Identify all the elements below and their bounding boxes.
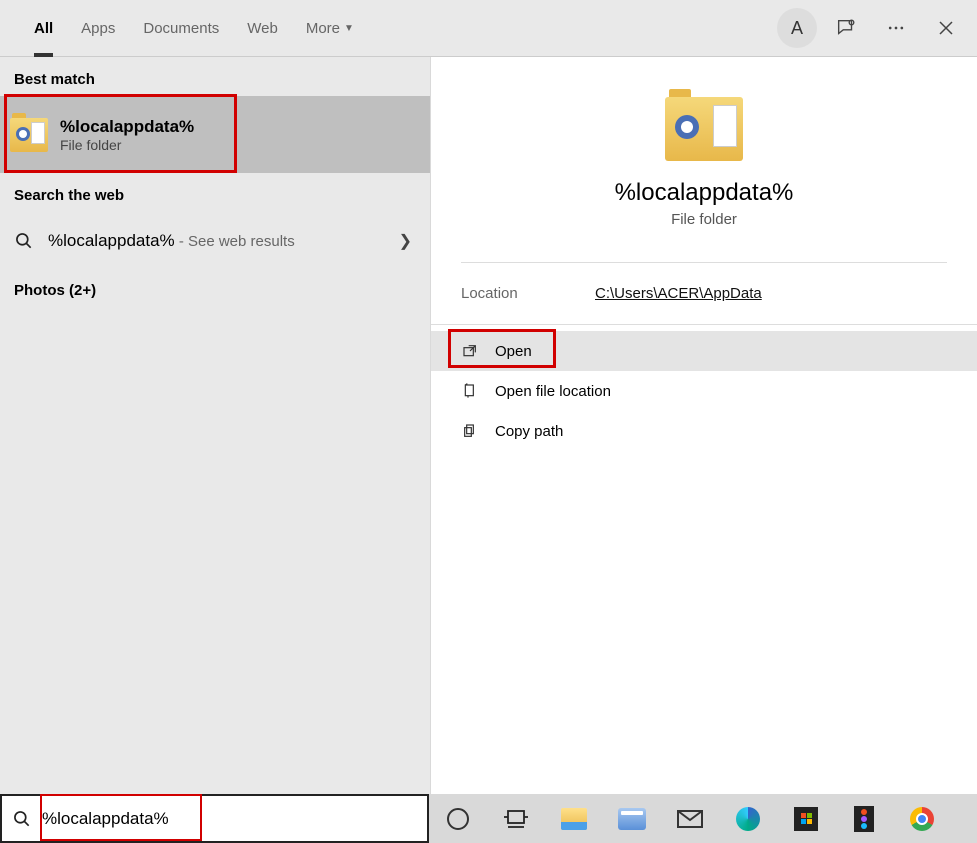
open-icon	[461, 342, 479, 360]
actions-list: Open Open file location Copy path	[431, 331, 977, 451]
search-icon	[14, 231, 34, 251]
more-icon[interactable]	[875, 7, 917, 49]
chevron-down-icon: ▼	[344, 23, 354, 34]
web-query: %localappdata%	[48, 231, 175, 250]
tab-web[interactable]: Web	[233, 0, 292, 57]
web-result[interactable]: %localappdata% - See web results ❯	[0, 212, 430, 270]
best-match-title: %localappdata%	[60, 117, 194, 137]
tab-more[interactable]: More ▼	[292, 0, 368, 57]
action-open[interactable]: Open	[431, 331, 977, 371]
detail-title: %localappdata%	[461, 179, 947, 207]
action-open-label: Open	[495, 343, 532, 360]
detail-subtitle: File folder	[461, 211, 947, 228]
action-copy-path-label: Copy path	[495, 423, 563, 440]
photos-section[interactable]: Photos (2+)	[0, 270, 430, 311]
best-match-label: Best match	[0, 57, 430, 96]
location-row: Location C:\Users\ACER\AppData	[431, 263, 977, 324]
cortana-icon[interactable]	[443, 804, 473, 834]
search-input[interactable]	[42, 809, 417, 829]
tab-documents[interactable]: Documents	[129, 0, 233, 57]
copy-icon	[461, 422, 479, 440]
mail-icon[interactable]	[675, 804, 705, 834]
keyboard-icon[interactable]	[617, 804, 647, 834]
action-open-location-label: Open file location	[495, 383, 611, 400]
location-label: Location	[461, 285, 595, 302]
folder-icon	[10, 118, 48, 152]
open-location-icon	[461, 382, 479, 400]
chrome-icon[interactable]	[907, 804, 937, 834]
file-explorer-icon[interactable]	[559, 804, 589, 834]
store-icon[interactable]	[791, 804, 821, 834]
web-suffix: - See web results	[175, 233, 295, 250]
bottom-bar	[0, 794, 977, 843]
figma-icon[interactable]	[849, 804, 879, 834]
search-icon	[12, 809, 32, 829]
edge-icon[interactable]	[733, 804, 763, 834]
tab-all[interactable]: All	[20, 0, 67, 57]
results-panel: Best match %localappdata% File folder Se…	[0, 57, 430, 794]
tabs-bar: All Apps Documents Web More ▼ A	[0, 0, 977, 57]
tab-more-label: More	[306, 20, 340, 37]
main: Best match %localappdata% File folder Se…	[0, 57, 977, 794]
search-box[interactable]	[0, 794, 429, 843]
chevron-right-icon: ❯	[399, 231, 412, 251]
folder-icon	[665, 97, 743, 161]
action-open-location[interactable]: Open file location	[431, 371, 977, 411]
close-icon[interactable]	[925, 7, 967, 49]
best-match-result[interactable]: %localappdata% File folder	[0, 96, 430, 173]
best-match-subtitle: File folder	[60, 137, 194, 153]
search-web-label: Search the web	[0, 173, 430, 212]
location-value[interactable]: C:\Users\ACER\AppData	[595, 285, 762, 302]
tab-apps[interactable]: Apps	[67, 0, 129, 57]
taskbar	[429, 794, 977, 843]
detail-panel: %localappdata% File folder Location C:\U…	[430, 57, 977, 794]
avatar[interactable]: A	[777, 8, 817, 48]
task-view-icon[interactable]	[501, 804, 531, 834]
feedback-icon[interactable]	[825, 7, 867, 49]
action-copy-path[interactable]: Copy path	[431, 411, 977, 451]
